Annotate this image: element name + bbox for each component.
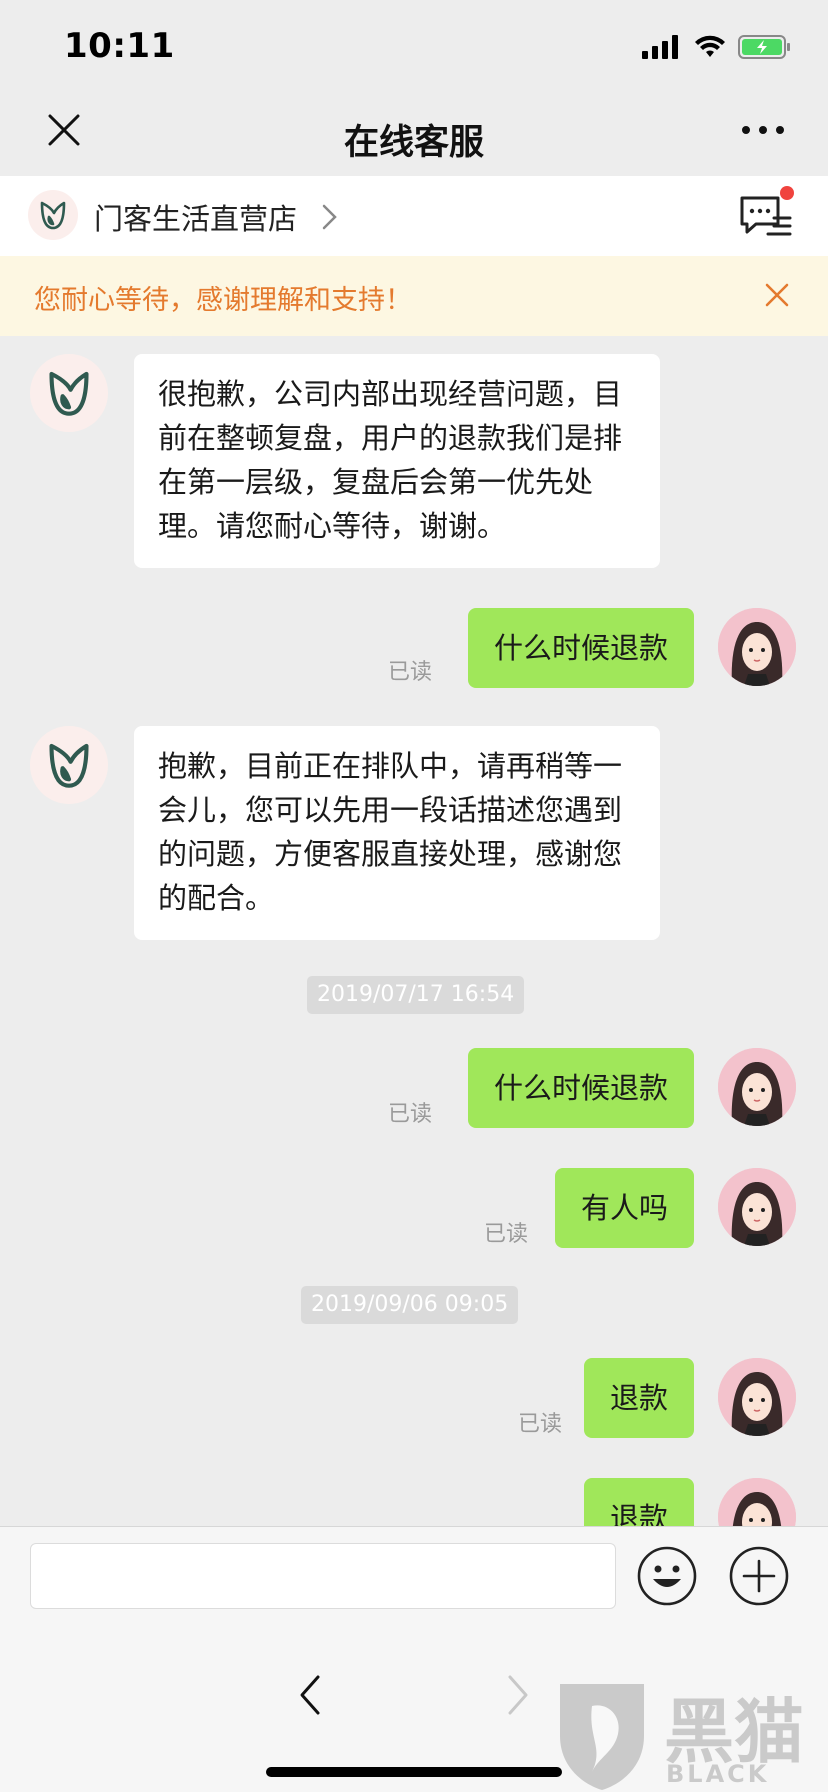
message-bubble: 抱歉，目前正在排队中，请再稍等一会儿，您可以先用一段话描述您遇到的问题，方便客服… [134,726,660,940]
agent-avatar [30,354,108,432]
emoji-icon[interactable] [636,1545,698,1607]
status-bar: 10:11 [0,0,828,96]
battery-icon [738,35,790,59]
watermark: 黑猫 BLACK CAT [552,1676,828,1792]
screen: 10:11 在线客服 门客生活直营店 您耐心等待，感谢理解和支持！ 很抱歉，公司… [0,0,828,1792]
plus-icon[interactable] [728,1545,790,1607]
tulip-logo-icon [49,371,89,416]
read-status: 已读 [387,1102,432,1127]
status-icons [642,34,792,60]
user-avatar [718,1168,796,1246]
chat-area[interactable]: 很抱歉，公司内部出现经营问题，目前在整顿复盘，用户的退款我们是排在第一层级，复盘… [0,336,828,1526]
notice-banner: 您耐心等待，感谢理解和支持！ [0,256,828,336]
user-avatar [718,1478,796,1526]
message-bubble: 退款 [583,1478,694,1526]
page-title: 在线客服 [343,123,484,163]
user-avatar [718,608,796,686]
message-bubble: 退款 [583,1358,694,1438]
chevron-right-icon[interactable] [320,202,340,232]
message-row: 很抱歉，公司内部出现经营问题，目前在整顿复盘，用户的退款我们是排在第一层级，复盘… [0,354,828,568]
message-bubble: 有人吗 [554,1168,694,1248]
status-time: 10:11 [64,26,175,66]
shop-logo [28,190,78,240]
message-bubble: 什么时候退款 [467,608,694,688]
watermark-subtext: BLACK CAT [666,1760,770,1792]
read-status: 已读 [517,1412,562,1437]
input-bar [0,1526,828,1626]
read-status: 已读 [387,660,432,685]
read-status: 已读 [483,1222,528,1247]
message-input[interactable] [30,1543,616,1609]
more-icon[interactable] [738,112,788,148]
user-avatar-image [718,1358,796,1436]
user-avatar-image [718,608,796,686]
nav-bar: 在线客服 [0,96,828,176]
user-avatar-image [718,1168,796,1246]
unread-dot [780,186,794,200]
cat-shield-icon [560,1684,644,1790]
message-row: 已读 有人吗 [0,1168,828,1248]
message-bubble: 什么时候退款 [467,1048,694,1128]
tulip-logo-icon [40,201,66,230]
message-bubble: 很抱歉，公司内部出现经营问题，目前在整顿复盘，用户的退款我们是排在第一层级，复盘… [134,354,660,568]
message-row: 已读 什么时候退款 [0,608,828,688]
home-indicator[interactable] [266,1767,562,1777]
user-avatar-image [718,1048,796,1126]
agent-avatar [30,726,108,804]
user-avatar-image [718,1478,796,1526]
message-row: 已读 什么时候退款 [0,1048,828,1128]
message-row: 抱歉，目前正在排队中，请再稍等一会儿，您可以先用一段话描述您遇到的问题，方便客服… [0,726,828,940]
forward-arrow-icon[interactable] [502,1673,532,1717]
tulip-logo-icon [49,743,89,788]
user-avatar [718,1358,796,1436]
message-row: 已读 退款 [0,1358,828,1438]
close-icon[interactable] [762,280,792,310]
message-row: 退款 [0,1478,828,1526]
back-arrow-icon[interactable] [296,1673,326,1717]
shop-header[interactable]: 门客生活直营店 [0,176,828,256]
timestamp: 2019/07/17 16:54 [307,976,525,1014]
shop-name[interactable]: 门客生活直营店 [94,196,297,238]
wifi-icon [695,35,725,57]
timestamp: 2019/09/06 09:05 [301,1286,519,1324]
signal-icon [642,35,678,59]
notice-text: 您耐心等待，感谢理解和支持！ [34,285,412,316]
user-avatar [718,1048,796,1126]
